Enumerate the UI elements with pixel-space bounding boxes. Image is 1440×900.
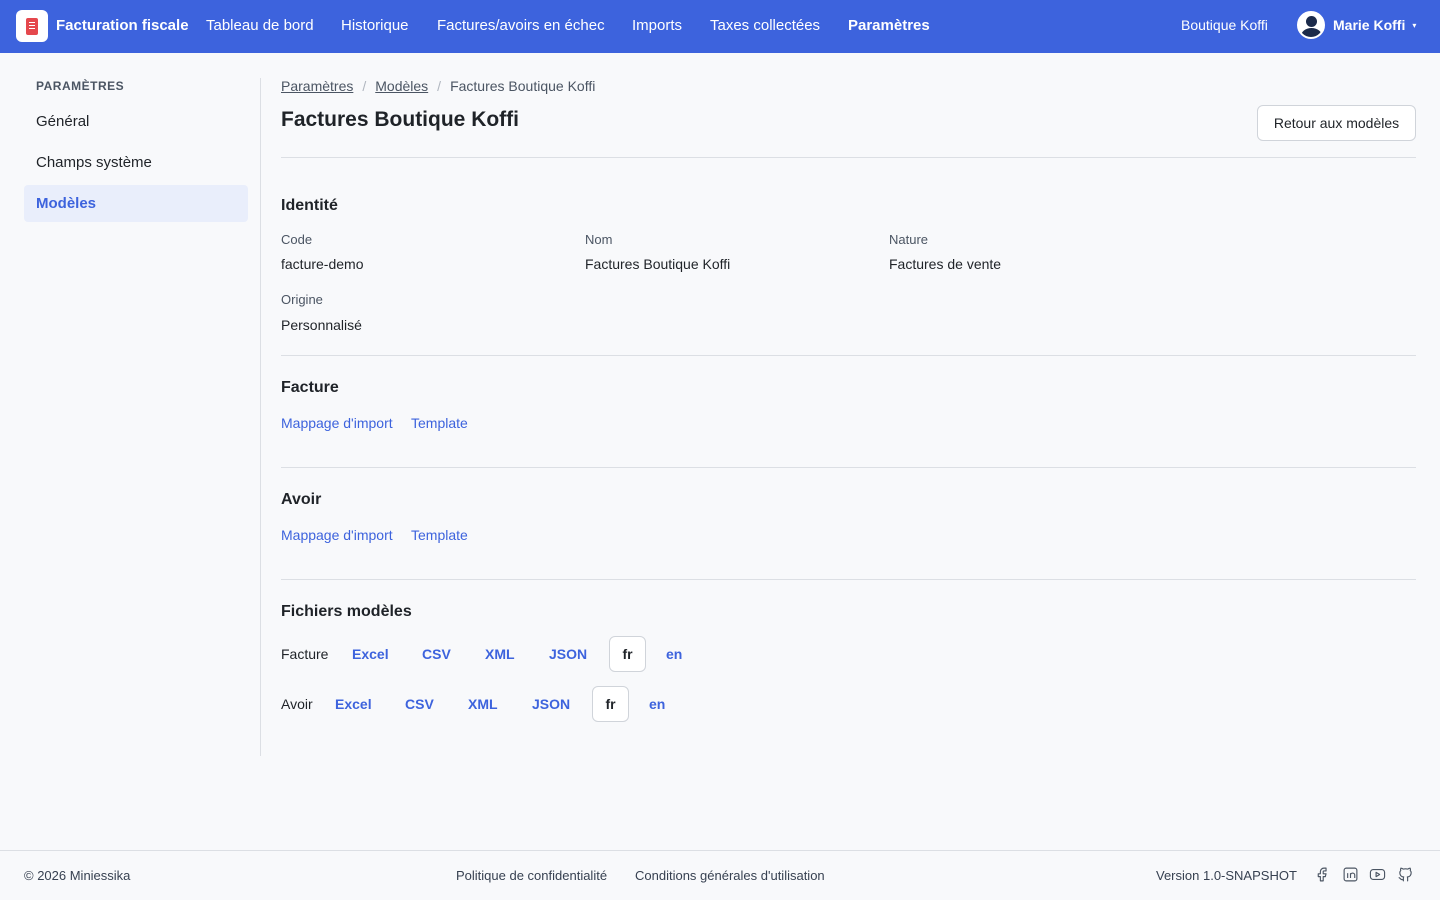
avatar [1297, 11, 1325, 39]
user-menu[interactable]: Marie Koffi ▾ [1297, 11, 1416, 39]
nav-item-history[interactable]: Historique [341, 17, 409, 34]
receipt-icon [26, 17, 38, 35]
shop-selector[interactable]: Boutique Koffi [1181, 17, 1268, 33]
avoir-lang-en-toggle[interactable]: en [649, 696, 665, 712]
terms-link[interactable]: Conditions générales d'utilisation [635, 868, 825, 883]
avoir-section-title: Avoir [281, 491, 322, 508]
back-to-models-button[interactable]: Retour aux modèles [1257, 105, 1416, 141]
divider [281, 467, 1416, 468]
github-icon[interactable] [1397, 866, 1414, 883]
nav-item-failed[interactable]: Factures/avoirs en échec [437, 17, 605, 34]
breadcrumb-separator: / [362, 78, 367, 94]
version-text: Version 1.0-SNAPSHOT [1156, 868, 1297, 883]
sidebar-item-system-fields[interactable]: Champs système [24, 144, 248, 181]
avoir-lang-fr-toggle[interactable]: fr [592, 686, 629, 722]
facebook-icon[interactable] [1314, 866, 1331, 883]
name-label: Nom [585, 232, 613, 247]
sidebar-item-general[interactable]: Général [24, 103, 248, 140]
origin-value: Personnalisé [281, 317, 362, 333]
origin-label: Origine [281, 292, 323, 307]
facture-import-mapping-link[interactable]: Mappage d'import [281, 415, 393, 431]
name-value: Factures Boutique Koffi [585, 256, 731, 272]
divider [281, 157, 1416, 158]
app-logo[interactable] [16, 10, 48, 42]
linkedin-icon[interactable] [1342, 866, 1359, 883]
nav-item-dashboard[interactable]: Tableau de bord [206, 17, 314, 34]
facture-lang-en-toggle[interactable]: en [666, 646, 682, 662]
top-navbar: Facturation fiscale Tableau de bord Hist… [0, 0, 1440, 53]
avoir-files-label: Avoir [281, 696, 313, 712]
nature-value: Factures de vente [889, 256, 1002, 272]
youtube-icon[interactable] [1369, 866, 1386, 883]
divider [281, 579, 1416, 580]
code-value: facture-demo [281, 256, 364, 272]
breadcrumb-settings[interactable]: Paramètres [281, 78, 353, 94]
brand-title[interactable]: Facturation fiscale [56, 17, 189, 34]
sidebar-divider [260, 78, 261, 756]
sidebar-title: PARAMÈTRES [36, 79, 125, 93]
avoir-csv-download[interactable]: CSV [405, 696, 434, 712]
divider [281, 355, 1416, 356]
page-title: Factures Boutique Koffi [281, 108, 520, 131]
avoir-template-link[interactable]: Template [411, 527, 468, 543]
nature-label: Nature [889, 232, 929, 247]
copyright: © 2026 Miniessika [24, 868, 131, 883]
breadcrumb-separator: / [437, 78, 442, 94]
avoir-xml-download[interactable]: XML [468, 696, 498, 712]
avoir-import-mapping-link[interactable]: Mappage d'import [281, 527, 393, 543]
facture-section-title: Facture [281, 379, 339, 396]
breadcrumb-current: Factures Boutique Koffi [450, 78, 596, 94]
facture-template-link[interactable]: Template [411, 415, 468, 431]
sidebar-item-models[interactable]: Modèles [24, 185, 248, 222]
facture-lang-fr-toggle[interactable]: fr [609, 636, 646, 672]
breadcrumb: Paramètres / Modèles / Factures Boutique… [281, 78, 595, 94]
facture-excel-download[interactable]: Excel [352, 646, 389, 662]
code-label: Code [281, 232, 313, 247]
identity-section-title: Identité [281, 197, 338, 214]
facture-csv-download[interactable]: CSV [422, 646, 451, 662]
footer: © 2026 Miniessika Politique de confident… [0, 850, 1440, 900]
facture-xml-download[interactable]: XML [485, 646, 515, 662]
facture-files-label: Facture [281, 646, 329, 662]
privacy-link[interactable]: Politique de confidentialité [456, 868, 607, 883]
nav-item-taxes[interactable]: Taxes collectées [710, 17, 820, 34]
user-name: Marie Koffi [1333, 17, 1406, 33]
nav-item-imports[interactable]: Imports [632, 17, 682, 34]
breadcrumb-models[interactable]: Modèles [375, 78, 428, 94]
chevron-down-icon: ▾ [1412, 20, 1417, 30]
nav-item-settings[interactable]: Paramètres [848, 17, 930, 34]
files-section-title: Fichiers modèles [281, 603, 412, 620]
facture-json-download[interactable]: JSON [549, 646, 587, 662]
avoir-excel-download[interactable]: Excel [335, 696, 372, 712]
avoir-json-download[interactable]: JSON [532, 696, 570, 712]
